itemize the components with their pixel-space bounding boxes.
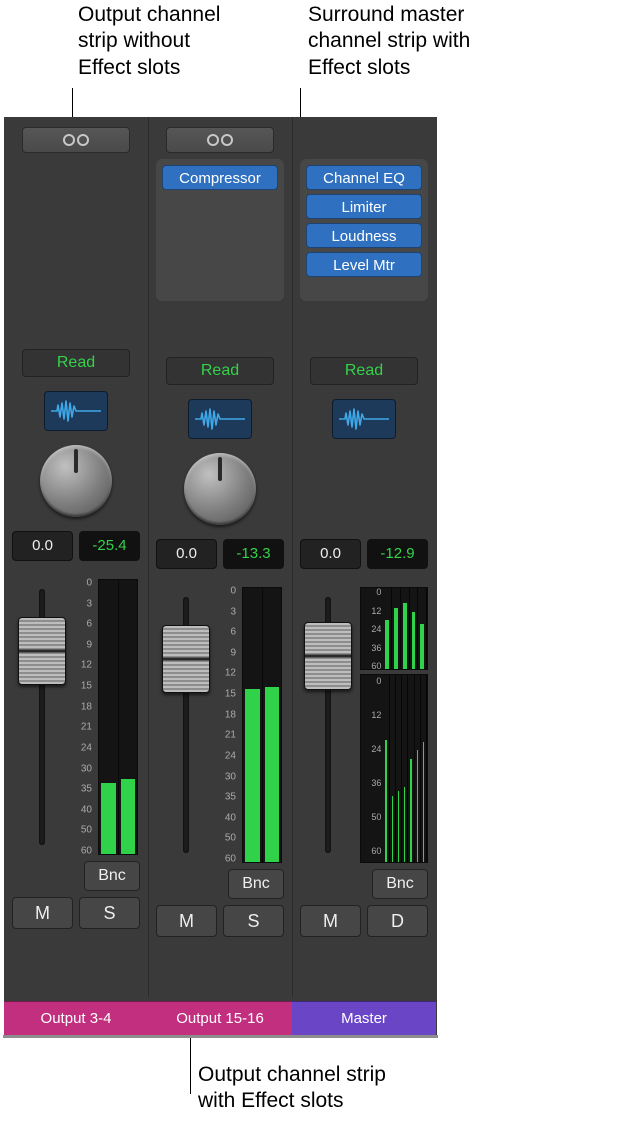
channel-name-label[interactable]: Output 3-4 [4,1001,148,1035]
solo-button[interactable]: S [223,905,284,937]
callout-top-left: Output channelstrip withoutEffect slots [78,2,278,81]
pan-knob[interactable] [40,445,112,517]
gain-readout[interactable]: 0.0 [156,539,217,569]
meter-scale: 036912151821243035405060 [216,587,238,863]
channel-strip-output-15-16: Compressor Read 0.0 -13.3 03691215182124… [148,117,292,1035]
callout-top-right: Surround masterchannel strip withEffect … [308,2,538,81]
channel-name-label[interactable]: Master [292,1001,436,1035]
peak-level-readout[interactable]: -12.9 [367,539,428,569]
automation-mode-button[interactable]: Read [310,357,418,385]
volume-fader[interactable] [12,579,72,855]
track-icon-button[interactable] [44,391,108,431]
automation-mode-button[interactable]: Read [166,357,274,385]
mute-button[interactable]: M [12,897,73,929]
channel-name-label[interactable]: Output 15-16 [148,1001,292,1035]
peak-level-readout[interactable]: -13.3 [223,539,284,569]
fader-block: 012243660 01224365060 [300,587,428,863]
bounce-button[interactable]: Bnc [228,869,284,899]
fader-block: 036912151821243035405060 [156,587,284,863]
callout-line [190,1038,191,1094]
mute-button[interactable]: M [300,905,361,937]
fader-block: 036912151821243035405060 [12,579,140,855]
mixer: Read 0.0 -25.4 036912151821243035405060 … [4,117,437,1035]
callout-bottom: Output channel stripwith Effect slots [198,1062,478,1115]
bounce-button[interactable]: Bnc [372,869,428,899]
audio-fx-area[interactable]: Channel EQ Limiter Loudness Level Mtr [300,159,428,301]
track-icon-button[interactable] [188,399,252,439]
fx-slot[interactable]: Compressor [162,165,278,190]
peak-level-readout[interactable]: -25.4 [79,531,140,561]
gain-readout[interactable]: 0.0 [300,539,361,569]
dim-button[interactable]: D [367,905,428,937]
bounce-button[interactable]: Bnc [84,861,140,891]
io-assign-button[interactable] [22,127,130,153]
level-meter [242,587,282,863]
channel-strip-master: Channel EQ Limiter Loudness Level Mtr Re… [292,117,436,1035]
gain-readout[interactable]: 0.0 [12,531,73,561]
fx-slot[interactable]: Level Mtr [306,252,422,277]
level-meter [98,579,138,855]
channel-strip-output-3-4: Read 0.0 -25.4 036912151821243035405060 … [4,117,148,1035]
audio-fx-area[interactable]: Compressor [156,159,284,301]
volume-fader[interactable] [156,587,216,863]
fx-slot[interactable]: Limiter [306,194,422,219]
fx-slot[interactable]: Loudness [306,223,422,248]
automation-mode-button[interactable]: Read [22,349,130,377]
pan-knob[interactable] [184,453,256,525]
io-assign-button[interactable] [166,127,274,153]
surround-level-meters: 012243660 01224365060 [360,587,428,863]
mute-button[interactable]: M [156,905,217,937]
meter-scale: 036912151821243035405060 [72,579,94,855]
volume-fader[interactable] [300,587,356,863]
fx-slot[interactable]: Channel EQ [306,165,422,190]
solo-button[interactable]: S [79,897,140,929]
track-icon-button[interactable] [332,399,396,439]
